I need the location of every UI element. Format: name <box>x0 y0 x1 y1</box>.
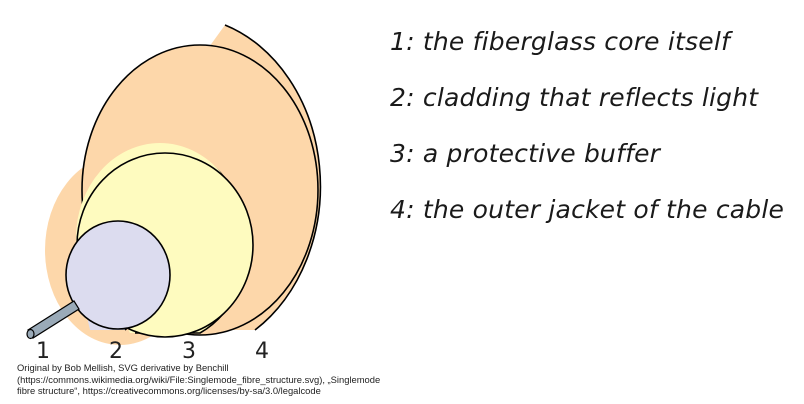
cladding-layer <box>65 220 171 331</box>
legend-item-core: 1: the fiberglass core itself <box>390 27 731 56</box>
layer-legend: 1: the fiberglass core itself 2: claddin… <box>390 14 784 238</box>
legend-item-jacket: 4: the outer jacket of the cable <box>390 195 785 224</box>
attribution-credit: Original by Bob Mellish, SVG derivative … <box>17 362 381 396</box>
legend-item-cladding: 2: cladding that reflects light <box>390 83 759 112</box>
layer-number-2: 2 <box>109 339 123 364</box>
layer-number-1: 1 <box>36 339 50 364</box>
layer-number-4: 4 <box>255 339 269 364</box>
legend-item-buffer: 3: a protective buffer <box>390 139 661 168</box>
layer-number-3: 3 <box>182 339 196 364</box>
